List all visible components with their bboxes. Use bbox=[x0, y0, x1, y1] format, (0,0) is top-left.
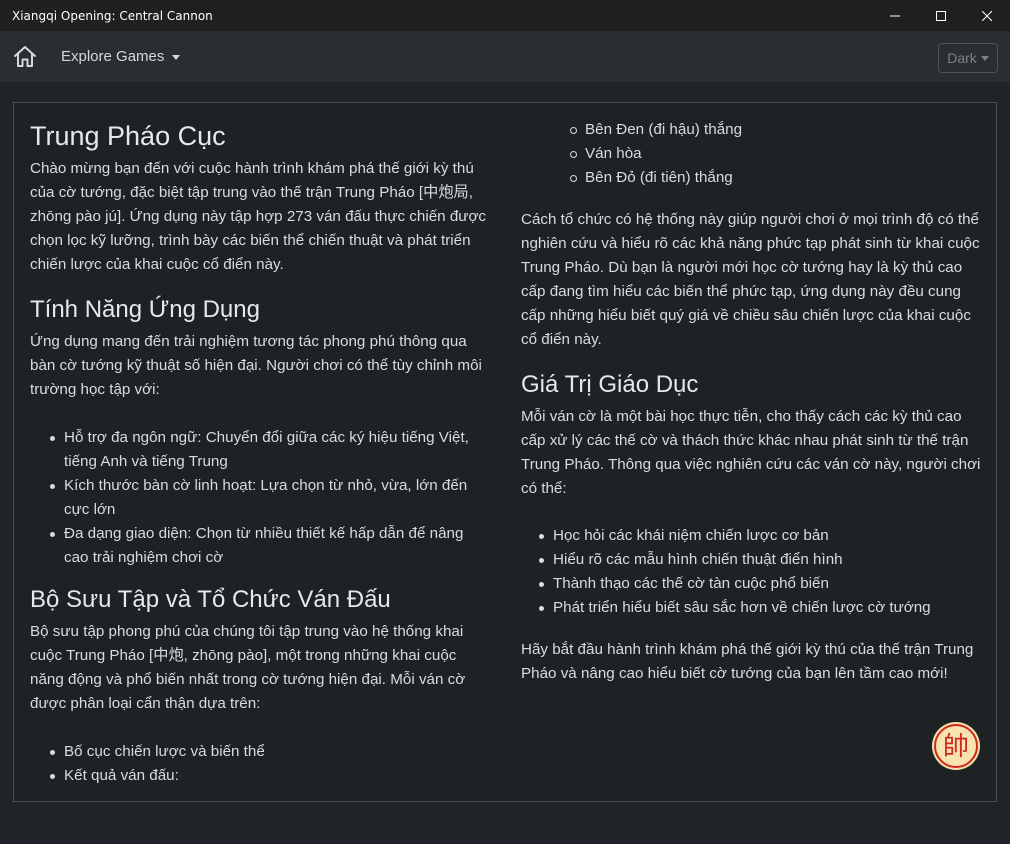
theme-label: Dark bbox=[947, 50, 977, 66]
list-item: Hiểu rõ các mẫu hình chiến thuật điển hì… bbox=[539, 548, 983, 572]
explore-games-dropdown[interactable]: Explore Games bbox=[61, 48, 181, 65]
close-icon bbox=[982, 10, 992, 21]
general-piece-glyph: 帥 bbox=[943, 732, 969, 762]
list-item: Bên Đen (đi hậu) thắng bbox=[570, 118, 983, 142]
collection-heading: Bộ Sưu Tập và Tổ Chức Ván Đấu bbox=[30, 586, 391, 613]
list-item: Kết quả ván đấu: bbox=[50, 764, 492, 788]
list-item: Bên Đỏ (đi tiên) thắng bbox=[570, 166, 983, 190]
organization-paragraph: Cách tổ chức có hệ thống này giúp người … bbox=[521, 211, 980, 348]
closing-paragraph: Hãy bắt đầu hành trình khám phá thế giới… bbox=[521, 641, 974, 682]
results-list: Bên Đen (đi hậu) thắng Ván hòa Bên Đỏ (đ… bbox=[521, 118, 983, 190]
chevron-down-icon bbox=[172, 54, 181, 60]
general-piece-icon: 帥 bbox=[931, 721, 981, 771]
list-item: Kích thước bàn cờ linh hoạt: Lựa chọn từ… bbox=[50, 474, 492, 522]
page-title: Trung Pháo Cục bbox=[30, 121, 226, 151]
list-item: Phát triển hiểu biết sâu sắc hơn về chiế… bbox=[539, 596, 983, 620]
maximize-icon bbox=[936, 10, 946, 21]
window-title-bar: Xiangqi Opening: Central Cannon bbox=[0, 0, 1010, 32]
list-item: Học hỏi các khái niệm chiến lược cơ bản bbox=[539, 524, 983, 548]
education-list: Học hỏi các khái niệm chiến lược cơ bản … bbox=[521, 524, 983, 620]
features-heading: Tính Năng Ứng Dụng bbox=[30, 296, 260, 323]
maximize-button[interactable] bbox=[918, 0, 964, 32]
left-column: Trung Pháo Cục Chào mừng bạn đến với cuộ… bbox=[30, 103, 492, 788]
intro-paragraph: Chào mừng bạn đến với cuộc hành trình kh… bbox=[30, 160, 487, 273]
list-item: Bố cục chiến lược và biến thể bbox=[50, 740, 492, 764]
education-intro: Mỗi ván cờ là một bài học thực tiễn, cho… bbox=[521, 408, 981, 497]
collection-intro: Bộ sưu tập phong phú của chúng tôi tập t… bbox=[30, 623, 466, 712]
list-item: Hỗ trợ đa ngôn ngữ: Chuyển đổi giữa các … bbox=[50, 426, 492, 474]
features-intro: Ứng dụng mang đến trải nghiệm tương tác … bbox=[30, 333, 482, 398]
list-item: Đa dạng giao diện: Chọn từ nhiều thiết k… bbox=[50, 522, 492, 570]
right-column: Bên Đen (đi hậu) thắng Ván hòa Bên Đỏ (đ… bbox=[521, 103, 983, 686]
navbar: Explore Games Dark bbox=[0, 32, 1010, 82]
minimize-button[interactable] bbox=[872, 0, 918, 32]
close-button[interactable] bbox=[964, 0, 1010, 32]
content-panel: Trung Pháo Cục Chào mừng bạn đến với cuộ… bbox=[13, 102, 997, 802]
explore-games-label: Explore Games bbox=[61, 48, 165, 65]
chevron-down-icon bbox=[980, 55, 989, 61]
education-heading: Giá Trị Giáo Dục bbox=[521, 371, 699, 398]
home-icon bbox=[14, 46, 36, 67]
criteria-list: Bố cục chiến lược và biến thể Kết quả vá… bbox=[30, 740, 492, 788]
list-item: Ván hòa bbox=[570, 142, 983, 166]
features-list: Hỗ trợ đa ngôn ngữ: Chuyển đổi giữa các … bbox=[30, 426, 492, 570]
window-title: Xiangqi Opening: Central Cannon bbox=[12, 8, 213, 23]
list-item: Thành thạo các thế cờ tàn cuộc phổ biến bbox=[539, 572, 983, 596]
home-button[interactable] bbox=[12, 44, 38, 70]
minimize-icon bbox=[890, 15, 900, 16]
theme-dropdown[interactable]: Dark bbox=[938, 43, 998, 73]
